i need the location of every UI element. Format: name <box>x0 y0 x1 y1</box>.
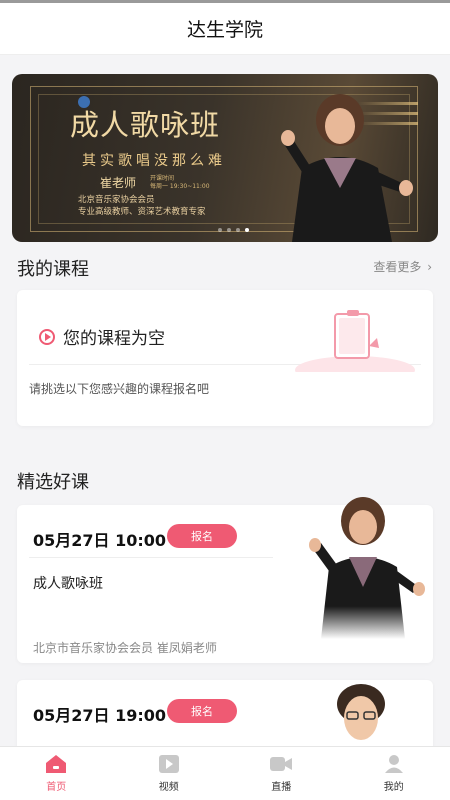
video-icon <box>158 755 179 773</box>
banner-pagination <box>218 228 249 232</box>
tab-home[interactable]: 首页 <box>0 747 113 800</box>
empty-clipboard-illustration <box>295 310 415 372</box>
course-divider <box>29 557 273 558</box>
course-teacher-photo <box>337 684 385 740</box>
banner-schedule-time: 每周一 19:30~11:00 <box>150 183 210 190</box>
course-date: 05月27日 19:00 <box>33 706 167 725</box>
tab-live[interactable]: 直播 <box>225 747 338 800</box>
course-teacher-info: 北京市音乐家协会会员 崔凤娟老师 <box>33 641 217 655</box>
banner-dot[interactable] <box>236 228 240 232</box>
banner-dot[interactable] <box>227 228 231 232</box>
banner-title: 成人歌咏班 <box>70 108 221 142</box>
banner-schedule: 开课时间 每周一 19:30~11:00 <box>150 175 210 191</box>
banner-schedule-label: 开课时间 <box>150 175 175 182</box>
banner-dot-active[interactable] <box>245 228 249 232</box>
signup-button[interactable]: 报名 <box>167 699 237 723</box>
empty-courses-title: 您的课程为空 <box>63 329 165 349</box>
home-icon <box>46 755 67 773</box>
my-courses-card: 您的课程为空 请挑选以下您感兴趣的课程报名吧 <box>17 290 433 426</box>
tab-label: 我的 <box>383 782 404 793</box>
featured-title: 精选好课 <box>17 472 89 493</box>
my-courses-title: 我的课程 <box>17 259 89 280</box>
user-icon <box>384 755 403 773</box>
bottom-tab-bar: 首页 视频 直播 我的 <box>0 746 450 800</box>
banner-desc-line2: 专业高级教师、资深艺术教育专家 <box>78 207 206 217</box>
tab-video[interactable]: 视频 <box>113 747 226 800</box>
see-more-link[interactable]: 查看更多 › <box>373 258 432 275</box>
tab-label: 首页 <box>46 782 67 793</box>
banner-teacher: 崔老师 <box>100 176 137 190</box>
app-header: 达生学院 <box>0 3 450 55</box>
banner-subtitle: 其实歌唱没那么难 <box>82 153 226 169</box>
empty-courses-hint: 请挑选以下您感兴趣的课程报名吧 <box>29 382 210 396</box>
banner-description: 北京音乐家协会会员 专业高级教师、资深艺术教育专家 <box>78 194 206 218</box>
banner-desc-line1: 北京音乐家协会会员 <box>78 195 155 205</box>
course-date: 05月27日 10:00 <box>33 531 167 550</box>
empty-courses-heading: 您的课程为空 <box>39 324 165 349</box>
course-name: 成人歌咏班 <box>33 576 103 592</box>
tab-label: 视频 <box>158 782 179 793</box>
see-more-label: 查看更多 <box>373 260 422 274</box>
play-circle-icon <box>39 328 55 345</box>
course-card[interactable]: 05月27日 10:00 报名 成人歌咏班 北京市音乐家协会会员 崔凤娟老师 <box>17 497 433 663</box>
banner-dot[interactable] <box>218 228 222 232</box>
promo-banner[interactable]: 成人歌咏班 其实歌唱没那么难 崔老师 开课时间 每周一 19:30~11:00 … <box>12 74 438 242</box>
signup-button[interactable]: 报名 <box>167 524 237 548</box>
page-title: 达生学院 <box>186 19 263 41</box>
tab-label: 直播 <box>271 782 292 793</box>
banner-singer-photo <box>281 94 413 242</box>
tab-mine[interactable]: 我的 <box>338 747 450 800</box>
chevron-right-icon: › <box>427 260 432 274</box>
live-camera-icon <box>270 757 293 771</box>
course-teacher-photo <box>309 497 425 639</box>
